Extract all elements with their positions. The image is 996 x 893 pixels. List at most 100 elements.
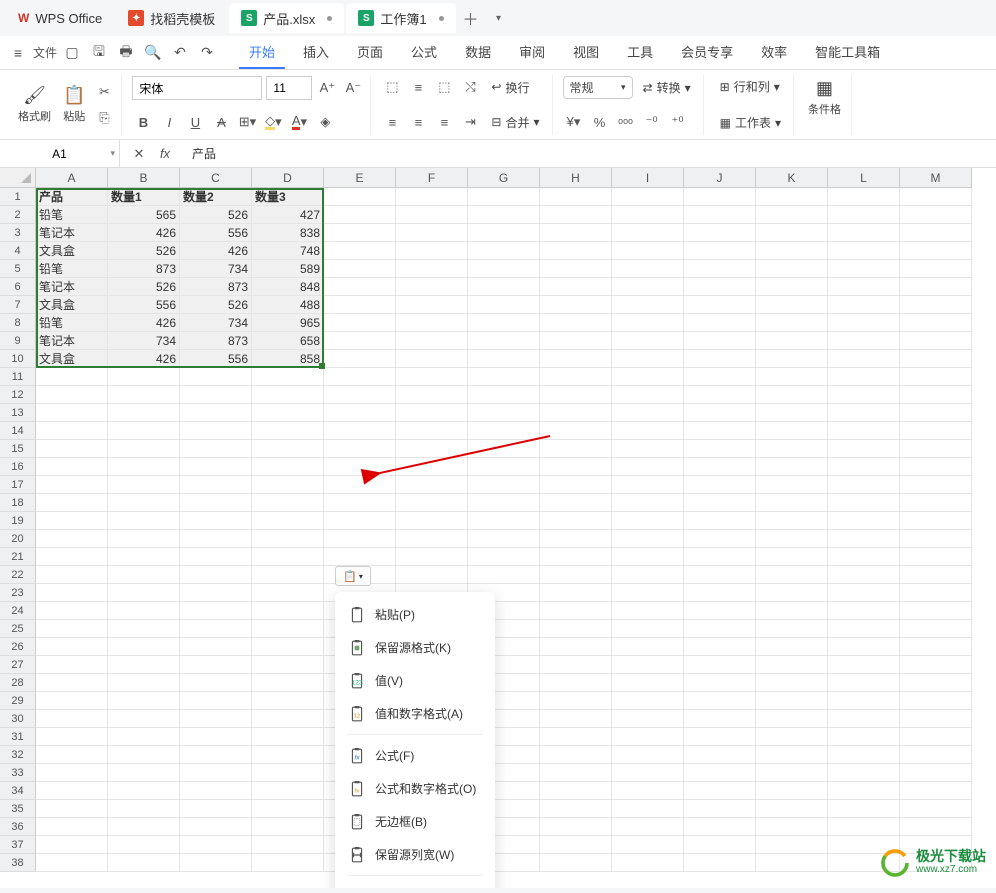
cell[interactable] (612, 278, 684, 296)
cell[interactable] (540, 206, 612, 224)
row-header[interactable]: 5 (0, 260, 36, 278)
cell[interactable] (324, 458, 396, 476)
cell[interactable] (684, 512, 756, 530)
cell[interactable]: 铅笔 (36, 260, 108, 278)
cell[interactable] (324, 476, 396, 494)
row-header[interactable]: 28 (0, 674, 36, 692)
cell[interactable] (828, 782, 900, 800)
row-header[interactable]: 21 (0, 548, 36, 566)
cell[interactable] (756, 422, 828, 440)
cell[interactable]: 965 (252, 314, 324, 332)
cell[interactable] (396, 260, 468, 278)
cell[interactable] (756, 314, 828, 332)
cell[interactable] (36, 818, 108, 836)
align-top-icon[interactable]: ⬚ (381, 76, 403, 98)
cell[interactable]: 526 (108, 242, 180, 260)
cell[interactable] (180, 548, 252, 566)
cell[interactable] (36, 800, 108, 818)
cell[interactable] (180, 782, 252, 800)
cell[interactable] (900, 314, 972, 332)
cell[interactable] (612, 818, 684, 836)
column-header[interactable]: C (180, 168, 252, 188)
cell[interactable] (36, 584, 108, 602)
cell[interactable] (396, 548, 468, 566)
cell[interactable] (900, 584, 972, 602)
cell[interactable] (684, 674, 756, 692)
paste-options-button[interactable]: 📋▾ (335, 566, 371, 586)
cell[interactable] (684, 764, 756, 782)
cell[interactable] (900, 386, 972, 404)
cell[interactable] (180, 692, 252, 710)
cell[interactable] (684, 368, 756, 386)
row-header[interactable]: 6 (0, 278, 36, 296)
cell[interactable]: 426 (108, 224, 180, 242)
cell[interactable] (828, 620, 900, 638)
cell[interactable]: 858 (252, 350, 324, 368)
cell[interactable] (756, 440, 828, 458)
column-header[interactable]: L (828, 168, 900, 188)
cell[interactable] (108, 602, 180, 620)
cell[interactable] (828, 548, 900, 566)
cell[interactable] (36, 638, 108, 656)
cell[interactable] (612, 494, 684, 512)
column-header[interactable]: K (756, 168, 828, 188)
cell[interactable] (684, 404, 756, 422)
cell[interactable] (468, 440, 540, 458)
cell[interactable] (900, 602, 972, 620)
tab-template[interactable]: ✦ 找稻壳模板 (116, 3, 227, 33)
cell[interactable] (180, 746, 252, 764)
cell[interactable] (36, 566, 108, 584)
cell[interactable]: 748 (252, 242, 324, 260)
cell[interactable] (684, 818, 756, 836)
cell[interactable]: 笔记本 (36, 332, 108, 350)
cell[interactable] (540, 386, 612, 404)
save-icon[interactable]: 🖫 (87, 41, 111, 65)
cell[interactable] (108, 368, 180, 386)
cell[interactable] (900, 368, 972, 386)
worksheet-button[interactable]: ▦工作表▾ (714, 112, 787, 133)
cell[interactable] (396, 440, 468, 458)
cell-address-input[interactable] (0, 140, 119, 167)
cell[interactable] (468, 404, 540, 422)
cell[interactable] (612, 368, 684, 386)
cell[interactable] (540, 278, 612, 296)
cell[interactable] (252, 386, 324, 404)
cell[interactable]: 658 (252, 332, 324, 350)
cell[interactable] (180, 404, 252, 422)
cell[interactable]: 556 (108, 296, 180, 314)
cell[interactable] (756, 512, 828, 530)
clear-format-icon[interactable]: ◈ (314, 111, 336, 133)
cell[interactable]: 734 (180, 260, 252, 278)
cell[interactable] (684, 332, 756, 350)
cell[interactable] (540, 368, 612, 386)
cell[interactable] (108, 476, 180, 494)
cell[interactable] (756, 530, 828, 548)
cell[interactable]: 589 (252, 260, 324, 278)
cell[interactable] (468, 296, 540, 314)
italic-button[interactable]: I (158, 111, 180, 133)
cell[interactable] (468, 458, 540, 476)
cell[interactable]: 文具盒 (36, 350, 108, 368)
cell[interactable] (684, 296, 756, 314)
cell[interactable]: 488 (252, 296, 324, 314)
cell[interactable] (108, 440, 180, 458)
column-header[interactable]: M (900, 168, 972, 188)
cell[interactable] (252, 818, 324, 836)
cell[interactable] (396, 512, 468, 530)
cell[interactable] (180, 530, 252, 548)
cell[interactable] (900, 494, 972, 512)
cell[interactable] (108, 854, 180, 872)
cell[interactable] (684, 800, 756, 818)
cell[interactable] (828, 260, 900, 278)
cell[interactable] (324, 350, 396, 368)
column-header[interactable]: A (36, 168, 108, 188)
cell[interactable] (540, 224, 612, 242)
cell[interactable]: 产品 (36, 188, 108, 206)
row-header[interactable]: 32 (0, 746, 36, 764)
cell[interactable] (900, 350, 972, 368)
cell[interactable] (828, 602, 900, 620)
cell[interactable] (108, 458, 180, 476)
menu-item[interactable]: 开始 (239, 36, 285, 69)
cell[interactable] (540, 494, 612, 512)
name-box[interactable]: ▾ (0, 140, 120, 167)
